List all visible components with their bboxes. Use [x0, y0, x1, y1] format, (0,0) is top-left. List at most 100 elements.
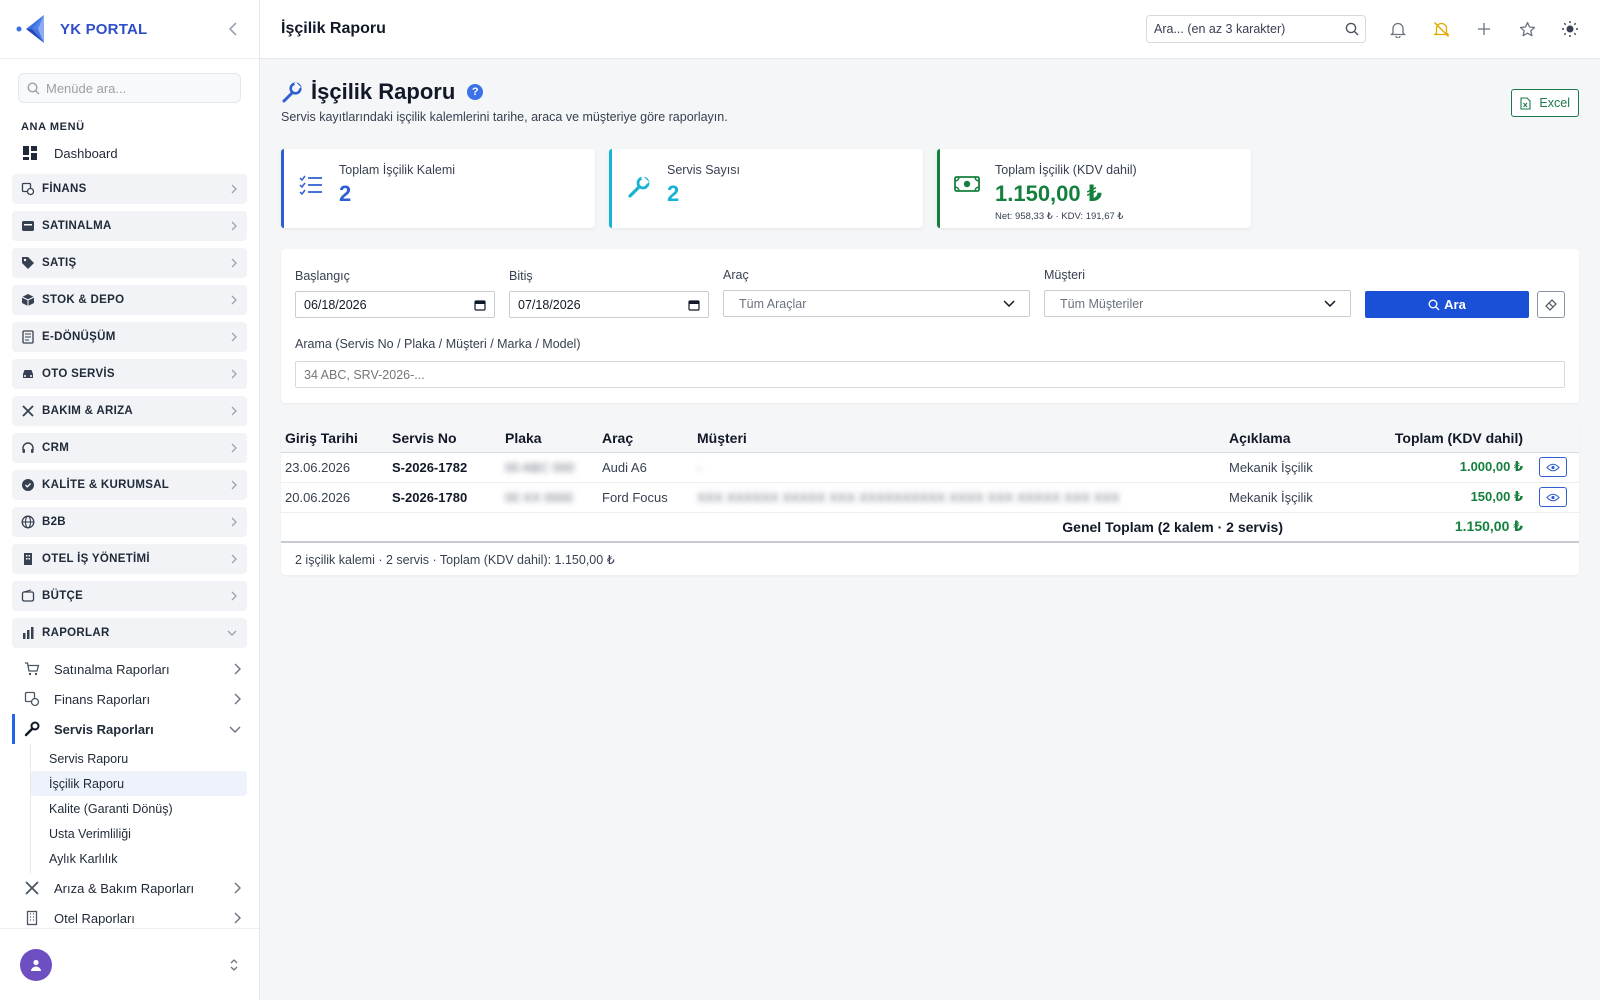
star-icon[interactable]: [1517, 19, 1537, 39]
chevron-down-icon: [1324, 300, 1336, 307]
col-service-no[interactable]: Servis No: [388, 424, 501, 453]
table-row[interactable]: 23.06.2026 S-2026-1782 00 ABC 000 Audi A…: [281, 452, 1579, 483]
sidebar-item-finance-reports[interactable]: Finans Raporları: [20, 684, 247, 714]
eye-icon: [1546, 493, 1560, 501]
col-customer[interactable]: Müşteri: [693, 424, 1225, 453]
sidebar-item-dashboard[interactable]: Dashboard: [12, 139, 247, 167]
col-total[interactable]: Toplam (KDV dahil): [1347, 424, 1527, 453]
end-date-input[interactable]: 07/18/2026: [509, 291, 709, 318]
cell-vehicle: Ford Focus: [598, 482, 693, 513]
cell-total: 1.000,00 ₺: [1347, 452, 1527, 483]
excel-file-icon: [1520, 96, 1531, 110]
excel-export-button[interactable]: Excel: [1511, 89, 1579, 117]
sidebar-item-fault-reports[interactable]: Arıza & Bakım Raporları: [20, 873, 247, 903]
view-button[interactable]: [1539, 457, 1567, 477]
sidebar-group-crm[interactable]: CRM: [12, 433, 247, 463]
global-search: [1146, 15, 1366, 43]
table-row[interactable]: 20.06.2026 S-2026-1780 00 XX 0000 Ford F…: [281, 482, 1579, 513]
cell-total: 150,00 ₺: [1347, 482, 1527, 513]
clear-filters-button[interactable]: [1537, 291, 1565, 318]
finance-icon: [20, 181, 36, 197]
sidebar-item-service-reports[interactable]: Servis Raporları: [12, 714, 247, 744]
col-entry-date[interactable]: Giriş Tarihi: [281, 424, 388, 453]
kpi-accent-bar: [281, 149, 284, 228]
cell-plate: 00 ABC 000: [501, 452, 598, 483]
vehicle-select[interactable]: Tüm Araçlar: [723, 290, 1030, 317]
sidebar-group-e-donusum[interactable]: E-DÖNÜŞÜM: [12, 322, 247, 352]
cell-service-no[interactable]: S-2026-1780: [388, 482, 501, 513]
sidebar-group-finans[interactable]: FİNANS: [12, 174, 247, 204]
menu-groups: FİNANS SATINALMA SATIŞ STOK & DEPO E-DÖN…: [0, 174, 259, 648]
cell-customer: -: [693, 452, 1225, 483]
sidebar-group-otel[interactable]: OTEL İŞ YÖNETİMİ: [12, 544, 247, 574]
sidebar-group-bakim-ariza[interactable]: BAKIM & ARIZA: [12, 396, 247, 426]
brand-name[interactable]: YK PORTAL: [60, 21, 223, 38]
search-button[interactable]: Ara: [1365, 291, 1529, 318]
calendar-icon[interactable]: [688, 299, 700, 311]
sidebar-group-satis[interactable]: SATIŞ: [12, 248, 247, 278]
sidebar-item-purchase-reports[interactable]: Satınalma Raporları: [20, 654, 247, 684]
sidebar-footer: [0, 928, 259, 1000]
col-description[interactable]: Açıklama: [1225, 424, 1347, 453]
sidebar-group-raporlar[interactable]: RAPORLAR: [12, 618, 247, 648]
cell-entry-date: 23.06.2026: [281, 452, 388, 483]
group-label: KALİTE & KURUMSAL: [42, 479, 170, 491]
calendar-icon[interactable]: [474, 299, 486, 311]
eraser-icon: [1544, 299, 1557, 311]
chevron-right-icon: [231, 591, 237, 601]
leaf-service-report[interactable]: Servis Raporu: [31, 746, 247, 771]
bell-icon[interactable]: [1388, 19, 1408, 39]
brand-logo-icon[interactable]: [16, 13, 50, 45]
view-button[interactable]: [1539, 487, 1567, 507]
group-label: SATINALMA: [42, 220, 112, 232]
chevron-right-icon: [231, 295, 237, 305]
query-input-wrap: [295, 361, 1565, 388]
query-input[interactable]: [304, 367, 1556, 382]
sidebar-group-satinalma[interactable]: SATINALMA: [12, 211, 247, 241]
group-label: FİNANS: [42, 183, 87, 195]
topbar-title: İşçilik Raporu: [281, 20, 386, 37]
menu-search: [18, 73, 241, 103]
plus-icon[interactable]: [1474, 19, 1494, 39]
leaf-monthly-profit[interactable]: Aylık Karlılık: [31, 846, 247, 871]
avatar[interactable]: [20, 948, 52, 981]
col-plate[interactable]: Plaka: [501, 424, 598, 453]
help-icon[interactable]: ?: [467, 84, 484, 100]
kpi-card-total-labor: Toplam İşçilik (KDV dahil) 1.150,00 ₺ Ne…: [937, 149, 1251, 228]
cell-actions: [1527, 482, 1579, 513]
building-icon: [24, 910, 42, 926]
leaf-quality-report[interactable]: Kalite (Garanti Dönüş): [31, 796, 247, 821]
theme-toggle-sun-icon[interactable]: [1560, 19, 1580, 39]
start-date-input[interactable]: 06/18/2026: [295, 291, 495, 318]
sidebar-group-butce[interactable]: BÜTÇE: [12, 581, 247, 611]
search-icon[interactable]: [1345, 22, 1359, 36]
cell-description: Mekanik İşçilik: [1225, 482, 1347, 513]
cart-icon: [24, 661, 42, 677]
leaf-labor-report[interactable]: İşçilik Raporu: [31, 771, 247, 796]
dashboard-icon: [22, 145, 40, 161]
cell-service-no[interactable]: S-2026-1782: [388, 452, 501, 483]
col-vehicle[interactable]: Araç: [598, 424, 693, 453]
leaf-master-efficiency[interactable]: Usta Verimliliği: [31, 821, 247, 846]
notifications-muted-icon[interactable]: [1431, 19, 1451, 39]
page-title: İşçilik Raporu: [311, 79, 456, 104]
cash-icon: [953, 175, 981, 193]
chevron-right-icon: [231, 332, 237, 342]
page-header: İşçilik Raporu ? Servis kayıtlarındaki i…: [281, 59, 1579, 145]
menu-search-input[interactable]: [46, 80, 232, 96]
badge-icon: [20, 477, 36, 493]
globe-icon: [20, 514, 36, 530]
customer-select[interactable]: Tüm Müşteriler: [1044, 290, 1351, 317]
wrench-icon: [24, 721, 42, 737]
expand-toggle-icon[interactable]: [229, 958, 239, 972]
filter-panel: Başlangıç 06/18/2026 Bitiş 07/18/2026 Ar…: [281, 249, 1579, 403]
sidebar-group-b2b[interactable]: B2B: [12, 507, 247, 537]
global-search-input[interactable]: [1154, 22, 1345, 36]
group-label: SATIŞ: [42, 257, 77, 269]
group-label: BAKIM & ARIZA: [42, 405, 133, 417]
sidebar-group-oto-servis[interactable]: OTO SERVİS: [12, 359, 247, 389]
collapse-sidebar-icon[interactable]: [223, 19, 243, 39]
sidebar-group-kalite-kurumsal[interactable]: KALİTE & KURUMSAL: [12, 470, 247, 500]
wallet-icon: [20, 588, 36, 604]
sidebar-group-stok-depo[interactable]: STOK & DEPO: [12, 285, 247, 315]
